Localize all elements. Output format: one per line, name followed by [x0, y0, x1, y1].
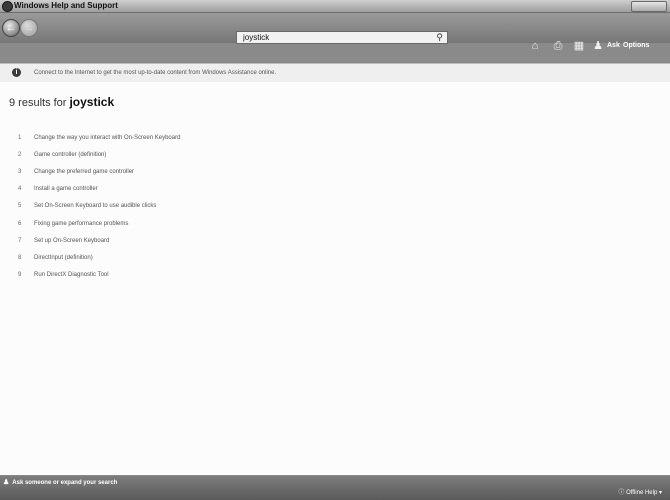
- result-link[interactable]: Change the preferred game controller: [34, 169, 134, 175]
- result-number: 3: [18, 168, 22, 175]
- info-message[interactable]: Connect to the Internet to get the most …: [34, 64, 276, 82]
- result-number: 5: [18, 203, 22, 210]
- search-input[interactable]: [243, 32, 428, 43]
- help-window: Windows Help and Support ← → ⌂ ⎙ ▦ ♟ Ask…: [0, 0, 670, 500]
- result-link[interactable]: DirectInput (definition): [34, 255, 93, 261]
- result-link[interactable]: Set On-Screen Keyboard to use audible cl…: [34, 203, 156, 209]
- list-item: 6 Fixing game performance problems: [18, 215, 180, 232]
- ask-person-icon[interactable]: ♟: [591, 39, 605, 53]
- ask-button[interactable]: Ask: [607, 39, 620, 53]
- window-title: Windows Help and Support: [14, 1, 118, 10]
- help-circle-icon: ⓘ: [618, 490, 625, 496]
- result-number: 7: [18, 237, 22, 244]
- results-count: 9 results for: [9, 97, 67, 109]
- result-number: 1: [18, 134, 22, 141]
- results-heading: 9 results for joystick: [9, 95, 114, 109]
- result-link[interactable]: Install a game controller: [34, 186, 98, 192]
- list-item: 8 DirectInput (definition): [18, 249, 180, 266]
- print-icon[interactable]: ⎙: [551, 39, 565, 53]
- bottom-bar: ♟ Ask someone or expand your search ⓘ Off…: [0, 476, 670, 500]
- list-item: 3 Change the preferred game controller: [18, 163, 180, 180]
- result-number: 2: [18, 151, 22, 158]
- list-item: 7 Set up On-Screen Keyboard: [18, 232, 180, 249]
- search-icon[interactable]: ⚲: [436, 32, 443, 43]
- search-box[interactable]: ⚲: [236, 31, 448, 44]
- result-link[interactable]: Game controller (definition): [34, 152, 106, 158]
- title-bar: Windows Help and Support: [0, 0, 670, 13]
- list-item: 5 Set On-Screen Keyboard to use audible c…: [18, 198, 180, 215]
- back-arrow-icon: ←: [5, 22, 17, 34]
- result-link[interactable]: Change the way you interact with On-Scre…: [34, 135, 180, 141]
- result-link[interactable]: Run DirectX Diagnostic Tool: [34, 272, 109, 278]
- ask-person-icon: ♟: [3, 479, 10, 486]
- forward-arrow-icon: →: [23, 22, 35, 34]
- offline-help-button[interactable]: ⓘ Offline Help ▾: [618, 488, 662, 498]
- info-icon: i: [12, 68, 21, 77]
- ask-someone-link[interactable]: ♟ Ask someone or expand your search: [3, 478, 117, 488]
- list-item: 2 Game controller (definition): [18, 146, 180, 163]
- result-link[interactable]: Fixing game performance problems: [34, 221, 128, 227]
- window-controls[interactable]: [631, 1, 667, 12]
- offline-help-label: Offline Help: [626, 490, 658, 496]
- chevron-down-icon: ▾: [658, 490, 662, 496]
- list-item: 1 Change the way you interact with On-Scr…: [18, 129, 180, 146]
- back-button[interactable]: ←: [2, 19, 20, 37]
- results-pane: 9 results for joystick 1 Change the way yo…: [0, 82, 670, 475]
- ask-someone-label: Ask someone or expand your search: [12, 480, 118, 486]
- list-item: 4 Install a game controller: [18, 181, 180, 198]
- browse-help-icon[interactable]: ▦: [572, 39, 586, 53]
- result-number: 4: [18, 186, 22, 193]
- options-button[interactable]: Options: [623, 39, 649, 53]
- info-bar: i Connect to the Internet to get the mos…: [0, 63, 670, 83]
- home-icon[interactable]: ⌂: [528, 39, 542, 53]
- results-query: joystick: [69, 95, 115, 109]
- result-number: 6: [18, 220, 22, 227]
- result-link[interactable]: Set up On-Screen Keyboard: [34, 238, 109, 244]
- list-item: 9 Run DirectX Diagnostic Tool: [18, 267, 180, 284]
- help-app-icon: [2, 1, 13, 12]
- result-number: 8: [18, 254, 22, 261]
- result-number: 9: [18, 272, 22, 279]
- forward-button[interactable]: →: [20, 19, 38, 37]
- results-list: 1 Change the way you interact with On-Scr…: [18, 129, 180, 284]
